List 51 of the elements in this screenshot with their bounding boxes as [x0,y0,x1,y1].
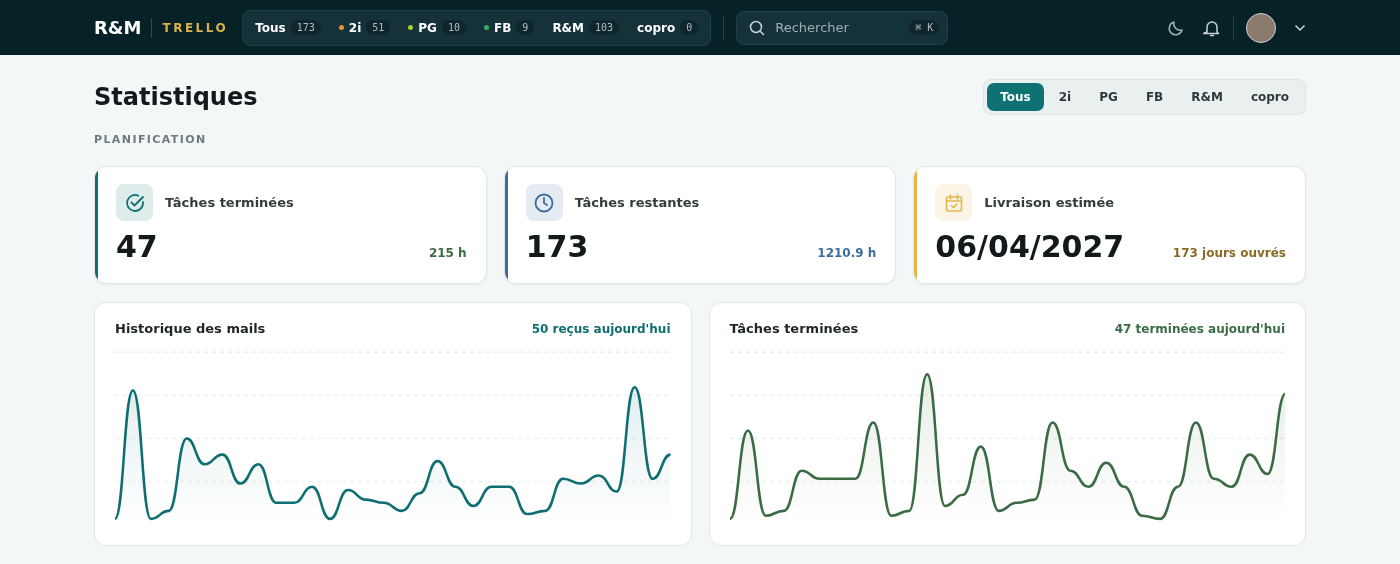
filter-chip[interactable]: copro 0 [633,20,703,35]
stat-value: 47 [116,229,158,264]
moon-icon[interactable] [1167,18,1185,37]
filter-label: Tous [255,20,286,35]
count-badge: 0 [680,20,699,35]
logo: R&M [94,17,142,38]
tab[interactable]: Tous [987,83,1044,111]
tab[interactable]: 2i [1045,83,1085,111]
stat-note: 1210.9 h [817,246,877,260]
avatar[interactable] [1246,12,1276,43]
bell-icon[interactable] [1203,18,1221,37]
filter-label: R&M [552,20,585,35]
filter-chip[interactable]: Tous 173 [251,20,325,35]
brand-label: TRELLO [162,20,229,35]
filter-label: 2i [348,20,362,35]
count-badge: 9 [516,20,535,35]
page-title: Statistiques [94,83,258,111]
filter-label: copro [637,20,676,35]
search-icon [749,19,766,36]
stat-note: 215 h [428,246,467,260]
filter-chip[interactable]: FB 9 [480,20,539,35]
card-label: Tâches restantes [574,195,700,210]
filter-chip[interactable]: R&M 103 [548,20,624,35]
clock-icon [533,191,556,214]
stat-value: 173 [525,229,589,264]
chevron-down-icon[interactable] [1294,23,1306,32]
chart-note: 47 terminées aujourd'hui [1114,321,1285,336]
card-label: Tâches terminées [165,195,294,210]
tab[interactable]: PG [1086,83,1131,111]
chart-title: Historique des mails [115,321,266,336]
section-label: PLANIFICATION [94,133,208,146]
filter-label: FB [494,20,512,35]
stat-value: 06/04/2027 [935,229,1125,264]
check-circle-icon [123,191,146,214]
count-badge: 10 [441,20,466,35]
card-label: Livraison estimée [984,195,1115,210]
stat-note: 173 jours ouvrés [1172,246,1286,260]
chart-title: Tâches terminées [729,321,859,336]
filter-chip[interactable]: 2i 51 [334,20,395,35]
search-field[interactable]: Rechercher [773,19,902,36]
filter-label: PG [418,20,437,35]
tab[interactable]: R&M [1178,83,1236,111]
search-bar[interactable]: Rechercher ⌘ K [736,10,949,45]
count-badge: 51 [366,20,391,35]
shortcut-badge: ⌘ K [909,20,940,35]
filter-chip[interactable]: PG 10 [404,20,470,35]
count-badge: 173 [290,20,321,35]
chart-note: 50 reçus aujourd'hui [531,321,671,336]
tab[interactable]: copro [1237,83,1302,111]
tab[interactable]: FB [1132,83,1177,111]
count-badge: 103 [589,20,620,35]
